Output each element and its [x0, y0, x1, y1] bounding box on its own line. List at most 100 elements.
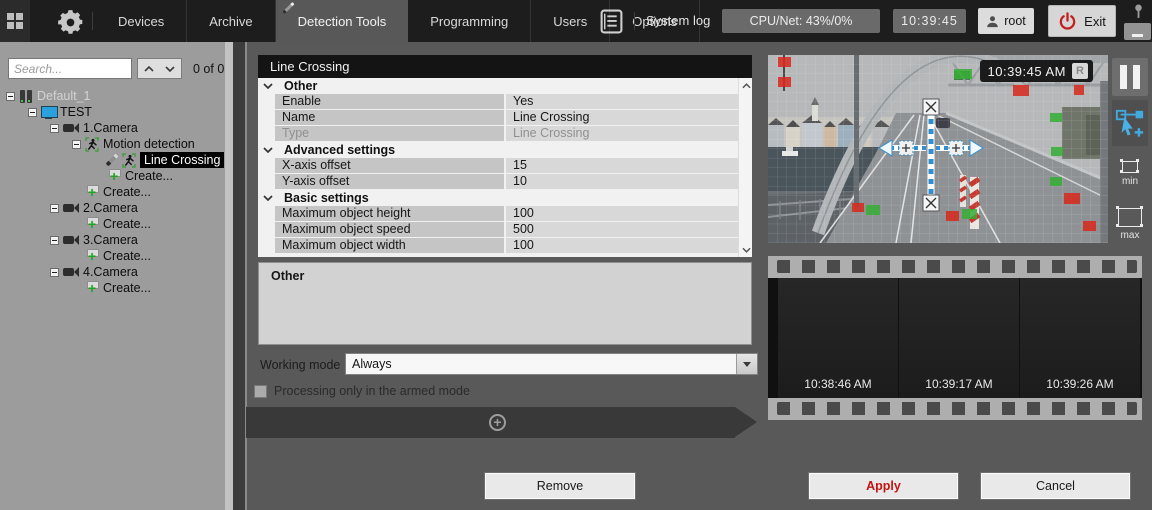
- system-log-icon[interactable]: [600, 9, 623, 37]
- tree-item-test[interactable]: TEST: [0, 104, 233, 120]
- person-icon: [986, 15, 999, 28]
- filmstrip-frames: 10:38:46 AM 10:39:17 AM 10:39:26 AM: [768, 278, 1142, 398]
- record-badge[interactable]: R: [1072, 63, 1088, 79]
- minus-icon: [1132, 34, 1143, 37]
- camera-icon: [63, 235, 79, 246]
- tree-item-create[interactable]: Create...: [0, 168, 233, 184]
- group-row-basic-settings[interactable]: Basic settings: [258, 190, 738, 206]
- tab-users[interactable]: Users: [531, 0, 610, 42]
- device-tree: Default_1 TEST 1.Camera Motion detection: [0, 88, 233, 296]
- working-mode-dropdown[interactable]: Always: [345, 353, 758, 375]
- collapse-toggle[interactable]: [50, 124, 59, 133]
- collapse-toggle[interactable]: [50, 204, 59, 213]
- filmstrip-frame[interactable]: 10:38:46 AM: [778, 278, 898, 398]
- dropdown-button[interactable]: [736, 354, 757, 374]
- clock: 10:39:45: [893, 9, 966, 33]
- tree-item-create[interactable]: Create...: [0, 280, 233, 296]
- camera-icon: [63, 267, 79, 278]
- system-log-label[interactable]: System log: [646, 13, 710, 28]
- collapse-toggle[interactable]: [50, 236, 59, 245]
- pause-button[interactable]: [1112, 58, 1148, 96]
- collapse-toggle[interactable]: [6, 92, 15, 101]
- add-action-button[interactable]: [489, 414, 506, 431]
- filmstrip-frame[interactable]: 10:39:17 AM: [899, 278, 1019, 398]
- tab-archive[interactable]: Archive: [187, 0, 275, 42]
- tree-item-line-crossing[interactable]: Line Crossing: [0, 152, 233, 168]
- tree-item-motion-detection[interactable]: Motion detection: [0, 136, 233, 152]
- power-icon: [1058, 12, 1077, 31]
- app-grid-icon: [7, 13, 23, 29]
- filmstrip-frame[interactable]: 10:39:26 AM: [1020, 278, 1140, 398]
- group-row-advanced-settings[interactable]: Advanced settings: [258, 142, 738, 158]
- max-object-size-button[interactable]: max: [1112, 200, 1148, 248]
- separator: [92, 12, 93, 30]
- scroll-down-icon[interactable]: [739, 242, 753, 257]
- tree-item-create[interactable]: Create...: [0, 184, 233, 200]
- select-tool-button[interactable]: [1112, 100, 1148, 146]
- separator: [634, 12, 635, 30]
- search-input[interactable]: [8, 58, 132, 79]
- archive-filmstrip: 10:38:46 AM 10:39:17 AM 10:39:26 AM: [768, 256, 1142, 420]
- chevron-down-icon: [263, 195, 279, 201]
- search-next-button[interactable]: [159, 58, 182, 79]
- chevron-down-icon: [165, 66, 175, 72]
- min-size-icon: [1122, 161, 1138, 173]
- tab-detection-tools[interactable]: Detection Tools: [276, 0, 409, 42]
- property-row-max-object-speed[interactable]: Maximum object speed 500: [258, 222, 738, 238]
- camera-icon: [63, 203, 79, 214]
- pin-icon[interactable]: [1133, 3, 1144, 23]
- property-row-x-axis-offset[interactable]: X-axis offset 15: [258, 158, 738, 174]
- tab-label: Detection Tools: [298, 14, 387, 29]
- camera-video-view[interactable]: 10:39:45 AM R: [768, 55, 1108, 243]
- tree-item-camera-2[interactable]: 2.Camera: [0, 200, 233, 216]
- frame-timestamp: 10:38:46 AM: [778, 377, 898, 391]
- property-grid-scrollbar[interactable]: [738, 78, 752, 257]
- filmstrip-sprockets: [768, 398, 1142, 420]
- tree-item-camera-1[interactable]: 1.Camera: [0, 120, 233, 136]
- collapse-toggle[interactable]: [72, 140, 81, 149]
- collapse-toggle[interactable]: [28, 108, 37, 117]
- remove-button[interactable]: Remove: [485, 473, 635, 499]
- tree-item-create[interactable]: Create...: [0, 216, 233, 232]
- app-grid-button[interactable]: [0, 0, 30, 42]
- apply-button[interactable]: Apply: [809, 473, 958, 499]
- property-row-name[interactable]: Name Line Crossing: [258, 110, 738, 126]
- tree-item-camera-3[interactable]: 3.Camera: [0, 232, 233, 248]
- frame-timestamp: 10:39:17 AM: [899, 377, 1019, 391]
- tree-item-create[interactable]: Create...: [0, 248, 233, 264]
- tree-item-camera-4[interactable]: 4.Camera: [0, 264, 233, 280]
- selection-add-icon: [1115, 108, 1145, 138]
- working-mode-label: Working mode: [260, 358, 340, 372]
- sidebar-scrollbar[interactable]: [225, 42, 233, 510]
- min-object-size-button[interactable]: min: [1112, 152, 1148, 196]
- property-row-max-object-width[interactable]: Maximum object width 100: [258, 238, 738, 254]
- cancel-button[interactable]: Cancel: [981, 473, 1130, 499]
- server-icon: [19, 90, 33, 103]
- tree-item-default-1[interactable]: Default_1: [0, 88, 233, 104]
- search-prev-button[interactable]: [137, 58, 160, 79]
- armed-mode-label: Processing only in the armed mode: [274, 384, 470, 398]
- settings-gear-button[interactable]: [55, 8, 85, 36]
- property-row-max-object-height[interactable]: Maximum object height 100: [258, 206, 738, 222]
- scroll-up-icon[interactable]: [739, 78, 753, 93]
- tab-programming[interactable]: Programming: [408, 0, 531, 42]
- video-timestamp: 10:39:45 AM: [988, 64, 1067, 79]
- running-man-icon: [122, 153, 136, 168]
- tab-devices[interactable]: Devices: [96, 0, 187, 42]
- running-man-icon: [85, 137, 99, 152]
- user-button[interactable]: root: [978, 8, 1034, 34]
- min-size-label: min: [1122, 176, 1138, 187]
- search-match-count: 0 of 0: [193, 62, 224, 76]
- property-row-y-axis-offset[interactable]: Y-axis offset 10: [258, 174, 738, 190]
- group-row-other[interactable]: Other: [258, 78, 738, 94]
- line-crossing-overlay[interactable]: [768, 55, 1108, 243]
- armed-mode-checkbox[interactable]: [254, 385, 267, 398]
- chevron-down-icon: [743, 362, 751, 367]
- chevron-up-icon: [144, 66, 154, 72]
- collapse-toolbar-button[interactable]: [1124, 23, 1151, 40]
- collapse-toggle[interactable]: [50, 268, 59, 277]
- device-tree-sidebar: 0 of 0 Default_1 TEST 1.Camera: [0, 42, 233, 510]
- property-row-type: Type Line Crossing: [258, 126, 738, 142]
- exit-button[interactable]: Exit: [1048, 5, 1116, 37]
- property-row-enable[interactable]: Enable Yes: [258, 94, 738, 110]
